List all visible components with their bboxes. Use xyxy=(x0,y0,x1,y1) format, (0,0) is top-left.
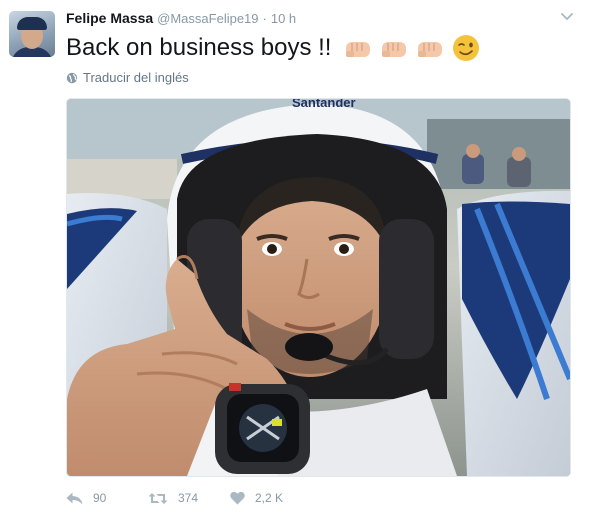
winking-face-emoji-icon xyxy=(453,35,480,61)
retweet-button[interactable]: 374 xyxy=(148,491,230,505)
reply-icon xyxy=(66,492,83,504)
fist-bump-emoji-icon xyxy=(382,42,407,57)
tweet-text-row: Back on business boys !! xyxy=(66,33,481,63)
tweet-photo-image: Santander xyxy=(67,99,570,476)
avatar[interactable] xyxy=(9,11,55,57)
translate-label[interactable]: Traducir del inglés xyxy=(83,70,189,85)
helmet-sponsor-text: Santander xyxy=(292,99,356,110)
reply-count: 90 xyxy=(93,491,107,505)
author-handle[interactable]: @MassaFelipe19 xyxy=(157,11,258,26)
like-button[interactable]: 2,2 K xyxy=(230,491,310,505)
retweet-icon xyxy=(148,492,168,504)
emoji-row xyxy=(343,33,481,63)
fist-bump-emoji-icon xyxy=(346,42,371,57)
more-caret-icon[interactable] xyxy=(561,12,573,22)
like-count: 2,2 K xyxy=(255,491,284,505)
globe-icon xyxy=(66,72,78,83)
fist-bump-emoji-icon xyxy=(418,42,443,57)
tweet-header: Felipe Massa @MassaFelipe19 · 10 h xyxy=(66,10,296,28)
retweet-count: 374 xyxy=(178,491,199,505)
tweet-time[interactable]: 10 h xyxy=(271,11,296,26)
tweet-actions: 90 374 2,2 K xyxy=(66,488,310,508)
heart-icon xyxy=(230,491,245,505)
tweet-photo[interactable]: Santander xyxy=(66,98,571,477)
reply-button[interactable]: 90 xyxy=(66,491,148,505)
separator-dot: · xyxy=(262,11,267,26)
tweet-text: Back on business boys !! xyxy=(66,34,332,61)
author-name[interactable]: Felipe Massa xyxy=(66,10,153,26)
translate-link[interactable]: Traducir del inglés xyxy=(66,70,189,85)
tweet: Felipe Massa @MassaFelipe19 · 10 h Back … xyxy=(0,0,591,515)
